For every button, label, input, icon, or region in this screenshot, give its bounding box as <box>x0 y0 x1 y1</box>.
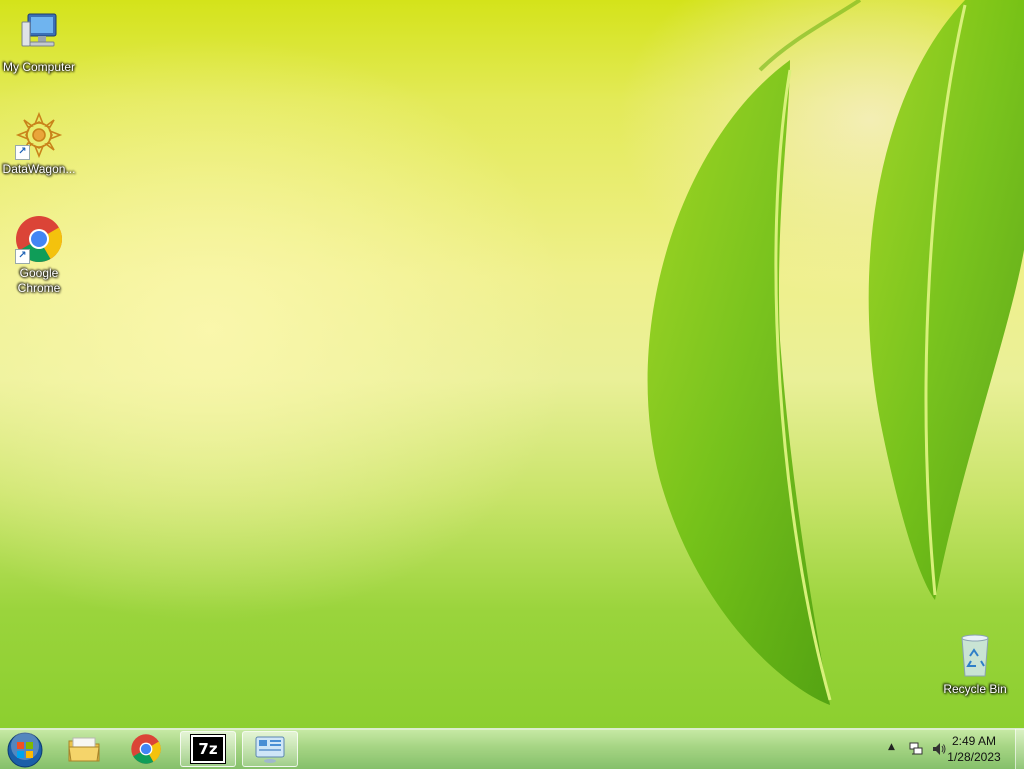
clock-date: 1/28/2023 <box>947 750 1001 764</box>
desktop-icon-google-chrome[interactable]: ↗ Google Chrome <box>0 214 78 296</box>
file-explorer-icon <box>68 737 100 762</box>
desktop-icon-my-computer[interactable]: My Computer <box>0 8 78 75</box>
control-panel-icon <box>255 736 285 763</box>
show-hidden-icons-icon[interactable]: ▲ <box>888 742 895 752</box>
start-orb-icon <box>7 732 43 768</box>
shortcut-arrow-icon: ↗ <box>15 249 30 264</box>
datawagon-icon: ↗ <box>14 110 64 160</box>
taskbar-button-7zip[interactable]: 7z <box>180 731 236 767</box>
start-button[interactable] <box>6 731 44 769</box>
shortcut-arrow-icon: ↗ <box>15 145 30 160</box>
wallpaper-leaves <box>647 0 1024 705</box>
taskbar: 7z ▲ 2:49 AM 1/28/2023 <box>0 728 1024 769</box>
7zip-icon: 7z <box>190 734 226 764</box>
recycle-bin-icon <box>950 630 1000 680</box>
desktop-icon-label: Recycle Bin <box>943 682 1007 696</box>
chrome-icon: ↗ <box>14 214 64 264</box>
system-tray: ▲ 2:49 AM 1/28/2023 <box>864 729 1024 769</box>
desktop-icon-label: DataWagon... <box>2 162 76 176</box>
desktop[interactable]: My Computer ↗ DataWagon... ↗ Google Chro… <box>0 0 1024 728</box>
taskbar-button-file-explorer[interactable] <box>56 731 112 767</box>
desktop-icon-label: Google Chrome <box>17 266 61 295</box>
computer-icon <box>14 8 64 58</box>
7zip-label: 7z <box>198 740 218 758</box>
taskbar-button-chrome[interactable] <box>118 731 174 767</box>
desktop-icon-label: My Computer <box>2 60 76 74</box>
network-icon[interactable] <box>908 741 924 760</box>
clock-time: 2:49 AM <box>951 734 997 748</box>
show-desktop-button[interactable] <box>1015 729 1024 769</box>
taskbar-button-control-panel[interactable] <box>242 731 298 767</box>
desktop-icon-recycle-bin[interactable]: Recycle Bin <box>936 630 1014 697</box>
chrome-icon <box>131 734 161 764</box>
clock[interactable]: 2:49 AM 1/28/2023 <box>942 733 1006 765</box>
desktop-icon-datawagon[interactable]: ↗ DataWagon... <box>0 110 78 177</box>
